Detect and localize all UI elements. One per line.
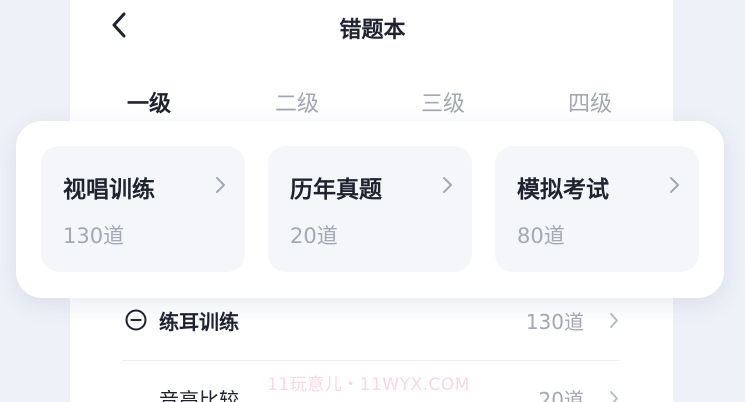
- chevron-right-icon: [670, 177, 679, 193]
- category-tile-past-exams[interactable]: 历年真题 20道: [268, 146, 472, 272]
- list-item-label: 音高比较: [159, 388, 239, 402]
- level-tabs: 一级 二级 三级 四级: [0, 86, 745, 118]
- category-title: 模拟考试: [517, 177, 609, 203]
- collapse-minus-icon: [125, 309, 147, 331]
- tab-level-1[interactable]: 一级: [127, 86, 171, 118]
- category-tile-mock-exam[interactable]: 模拟考试 80道: [495, 146, 699, 272]
- tab-level-4[interactable]: 四级: [568, 86, 612, 118]
- chevron-right-icon: [216, 177, 225, 193]
- category-title: 历年真题: [290, 177, 382, 203]
- list-section-ear-training[interactable]: 练耳训练 130道: [96, 298, 646, 344]
- list-divider: [122, 360, 620, 361]
- chevron-right-icon: [610, 391, 618, 402]
- page-title: 错题本: [339, 18, 406, 43]
- watermark: 11玩意儿・11WYX.COM: [267, 375, 470, 395]
- list-section-label: 练耳训练: [159, 310, 239, 334]
- chevron-right-icon: [443, 177, 452, 193]
- tab-level-3[interactable]: 三级: [421, 86, 465, 118]
- category-count: 20道: [290, 224, 338, 248]
- category-count: 130道: [63, 224, 125, 248]
- chevron-right-icon: [610, 313, 618, 328]
- category-title: 视唱训练: [63, 177, 155, 203]
- list-item-count: 20道: [538, 388, 584, 402]
- tab-level-2[interactable]: 二级: [275, 86, 319, 118]
- category-tile-sight-singing[interactable]: 视唱训练 130道: [41, 146, 245, 272]
- category-card: 视唱训练 130道 历年真题 20道 模拟考试 80道: [16, 121, 724, 298]
- category-count: 80道: [517, 224, 565, 248]
- list-section-count: 130道: [525, 310, 584, 334]
